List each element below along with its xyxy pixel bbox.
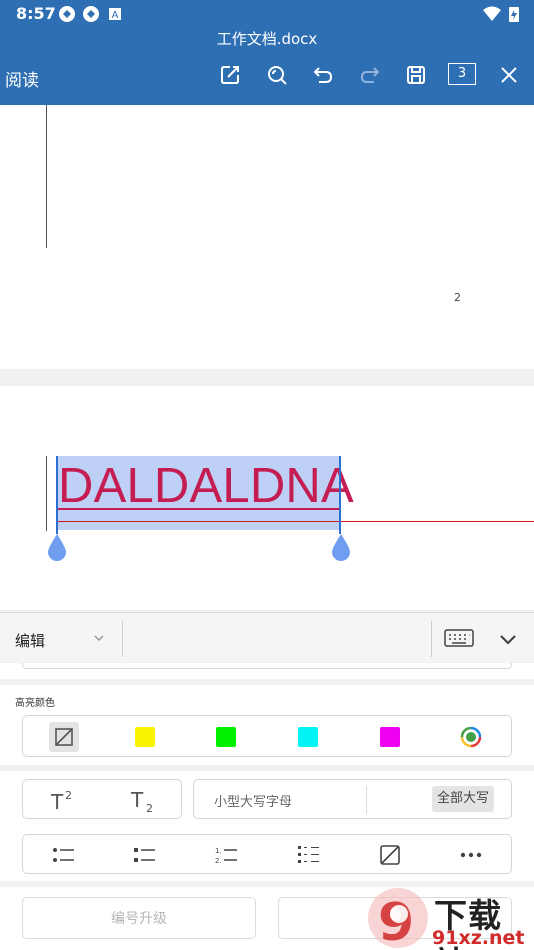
status-bar: 8:57 A [0, 0, 534, 28]
undo-button[interactable] [308, 60, 338, 90]
multilevel-list-icon[interactable] [297, 844, 321, 866]
chevron-down-icon[interactable] [92, 631, 106, 645]
selection-start-cursor [56, 456, 58, 534]
no-color-icon [55, 728, 73, 746]
subscript-icon[interactable]: T 2 [129, 788, 157, 814]
superscript-icon[interactable]: T 2 [49, 788, 77, 812]
edit-toolbar: 编辑 [0, 612, 534, 662]
margin-marker-2 [46, 456, 47, 531]
divider-2 [431, 621, 432, 657]
selected-text[interactable]: DALDALDNA [58, 456, 354, 516]
small-caps-button[interactable]: 小型大写字母 [214, 791, 292, 810]
square-bullet-list-icon[interactable] [133, 845, 157, 865]
green-swatch[interactable] [216, 727, 236, 747]
page-count-button[interactable]: 3 [448, 63, 476, 85]
selection-end-handle[interactable] [330, 532, 352, 562]
keyboard-icon[interactable] [444, 627, 474, 649]
wifi-icon [483, 6, 501, 21]
edit-icon [221, 66, 239, 84]
cyan-swatch[interactable] [298, 727, 318, 747]
app-notification-icon-2 [83, 6, 99, 22]
selection-start-handle[interactable] [46, 532, 68, 562]
document-page-2[interactable]: 2 [0, 105, 534, 369]
svg-text:1.: 1. [215, 847, 222, 855]
svg-text:A: A [112, 10, 119, 21]
list-style-row: 1. 2. [22, 834, 512, 874]
text-underline [58, 508, 341, 510]
search-button[interactable] [262, 60, 292, 90]
script-group: T 2 T 2 [22, 779, 182, 819]
no-color-swatch[interactable] [49, 722, 79, 752]
highlight-color-title: 高亮颜色 [15, 698, 55, 709]
save-button[interactable] [401, 60, 431, 90]
svg-text:2.: 2. [215, 857, 222, 865]
edit-mode-button[interactable] [215, 60, 245, 90]
save-icon [407, 66, 425, 84]
app-header: 8:57 A 工作文档.docx 阅读 3 [0, 0, 534, 105]
font-notification-icon: A [109, 8, 121, 21]
caps-divider [366, 786, 367, 814]
all-caps-button[interactable]: 全部大写 [432, 786, 494, 812]
page-number: 2 [454, 291, 461, 304]
panel-box-edge [22, 663, 512, 669]
svg-text:T: T [50, 790, 64, 812]
watermark-url: 91xz.net [432, 927, 525, 949]
no-list-button[interactable] [379, 844, 401, 866]
promote-numbering-button[interactable]: 编号升级 [22, 897, 256, 939]
svg-text:T: T [130, 788, 144, 812]
redo-icon [360, 67, 380, 83]
highlight-color-row [22, 715, 512, 757]
undo-icon [313, 67, 333, 83]
yellow-swatch[interactable] [135, 727, 155, 747]
revision-line [56, 521, 534, 522]
bullet-list-icon[interactable] [52, 845, 76, 865]
close-button[interactable] [494, 60, 524, 90]
color-picker-icon[interactable] [460, 726, 482, 748]
numbered-list-icon[interactable]: 1. 2. [215, 845, 239, 865]
status-time: 8:57 [16, 4, 56, 23]
margin-marker [46, 105, 47, 248]
document-title: 工作文档.docx [216, 30, 318, 48]
no-list-icon [380, 845, 400, 865]
highlight-color-section: 高亮颜色 [0, 685, 534, 765]
search-icon [268, 66, 287, 85]
app-notification-icon [59, 6, 75, 22]
divider [122, 621, 123, 657]
selection-end-cursor [339, 456, 341, 534]
read-mode-button[interactable]: 阅读 [5, 66, 39, 91]
close-icon [501, 67, 517, 83]
svg-text:2: 2 [65, 789, 72, 802]
collapse-chevron-icon[interactable] [498, 629, 518, 649]
magenta-swatch[interactable] [380, 727, 400, 747]
more-options-icon[interactable] [460, 847, 482, 863]
edit-menu-label[interactable]: 编辑 [15, 630, 45, 651]
redo-button[interactable] [355, 60, 385, 90]
panel-section-top [0, 663, 534, 679]
svg-text:2: 2 [146, 802, 153, 814]
document-page-3[interactable]: DALDALDNA [0, 386, 534, 610]
battery-icon [509, 7, 519, 22]
